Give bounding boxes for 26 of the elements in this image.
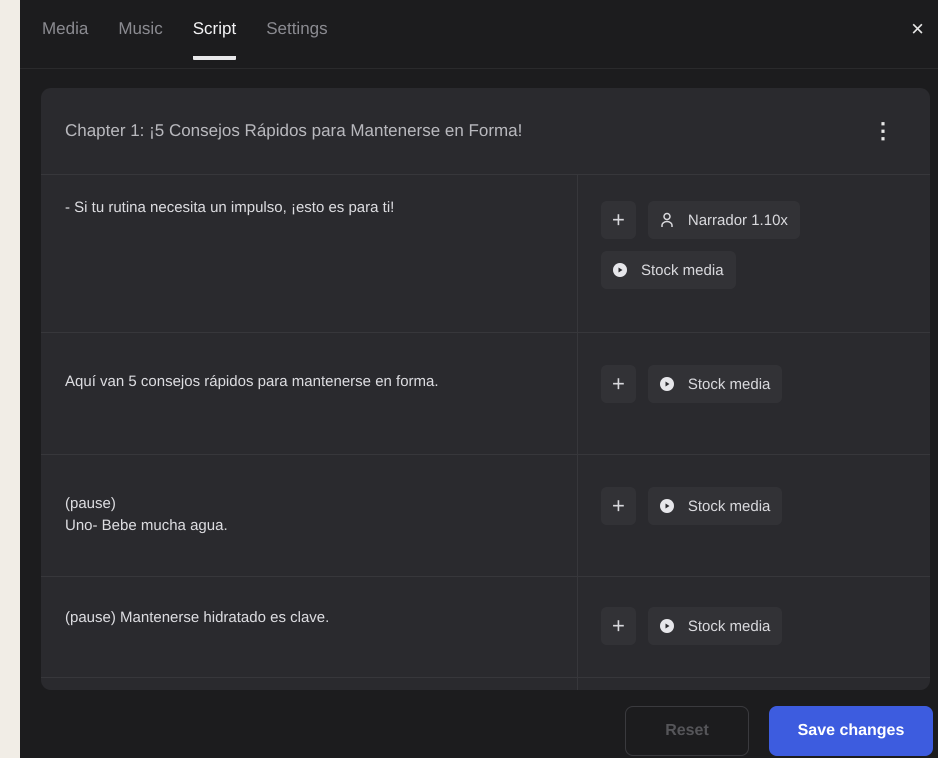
- add-button[interactable]: +: [601, 487, 636, 525]
- save-button[interactable]: Save changes: [769, 706, 933, 756]
- script-text[interactable]: (pause) Mantenerse hidratado es clave.: [41, 577, 578, 677]
- media-chip[interactable]: Stock media: [648, 607, 782, 645]
- play-icon: [660, 619, 674, 633]
- chapter-title: Chapter 1: ¡5 Consejos Rápidos para Mantenerse en Forma!: [65, 121, 522, 141]
- tab[interactable]: Music: [118, 0, 163, 60]
- tab[interactable]: Media: [42, 0, 88, 60]
- script-text[interactable]: Aquí van 5 consejos rápidos para mantenerse en forma.: [41, 333, 578, 454]
- voice-chip[interactable]: Narrador 1.10x: [648, 201, 800, 239]
- tab[interactable]: Script: [192, 0, 236, 60]
- person-icon: [660, 212, 674, 228]
- media-chip[interactable]: Stock media: [648, 487, 782, 525]
- script-text[interactable]: (pause) Uno- Bebe mucha agua.: [41, 455, 578, 576]
- media-chip[interactable]: Stock media: [601, 251, 736, 289]
- more-menu-button[interactable]: ⋮: [872, 118, 894, 144]
- close-button[interactable]: ×: [911, 16, 924, 42]
- play-icon: [660, 499, 674, 513]
- media-chip[interactable]: Stock media: [648, 365, 782, 403]
- tab[interactable]: Settings: [266, 0, 328, 60]
- add-button[interactable]: +: [601, 201, 636, 239]
- add-button[interactable]: +: [601, 607, 636, 645]
- add-button[interactable]: +: [601, 365, 636, 403]
- play-icon: [613, 263, 627, 277]
- script-text[interactable]: - Si tu rutina necesita un impulso, ¡esto es para ti!: [41, 175, 578, 332]
- play-icon: [660, 377, 674, 391]
